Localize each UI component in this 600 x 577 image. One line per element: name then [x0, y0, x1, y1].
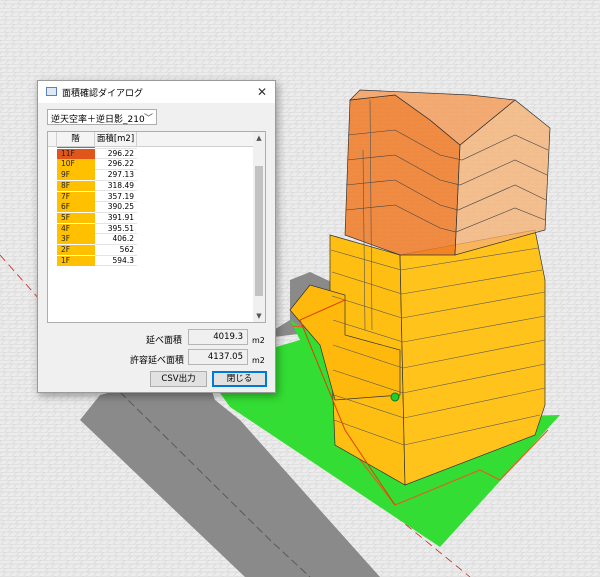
- close-icon[interactable]: ✕: [251, 82, 273, 102]
- area-cell: 357.19: [95, 192, 137, 203]
- close-button[interactable]: 閉じる: [212, 371, 267, 387]
- area-cell: 297.13: [95, 170, 137, 181]
- allowed-area-label: 許容延べ面積: [130, 356, 185, 366]
- table-row[interactable]: 3F 406.2: [48, 234, 254, 245]
- area-cell: 391.91: [95, 213, 137, 224]
- area-cell: 406.2: [95, 234, 137, 245]
- floor-cell: 8F: [57, 180, 95, 191]
- table-row[interactable]: 1F 594.3: [48, 255, 254, 267]
- scroll-up-icon[interactable]: ▲: [253, 132, 265, 144]
- area-cell: 395.51: [95, 224, 137, 235]
- table-row[interactable]: 7F 357.19: [48, 191, 254, 203]
- floor-cell: 5F: [57, 212, 95, 224]
- mode-select[interactable]: 逆天空率＋逆日影_210 ﹀: [47, 109, 157, 125]
- table-scrollbar[interactable]: ▲ ▼: [253, 132, 265, 322]
- header-floor[interactable]: 階: [57, 132, 95, 146]
- floor-cell: 10F: [57, 159, 95, 170]
- table-row[interactable]: 10F 296.22: [48, 159, 254, 171]
- total-area-label: 延べ面積: [146, 336, 183, 346]
- area-cell: 318.49: [95, 181, 137, 192]
- csv-export-button[interactable]: CSV出力: [150, 371, 207, 387]
- floor-area-table[interactable]: 12F298.2211F296.2210F296.229F297.138F318…: [47, 131, 266, 323]
- window-icon: [46, 87, 57, 96]
- table-row[interactable]: 4F 395.51: [48, 223, 254, 235]
- table-row[interactable]: 6F 390.25: [48, 202, 254, 213]
- area-check-dialog: 面積確認ダイアログ ✕ 逆天空率＋逆日影_210 ﹀ 12F298.2211F2…: [37, 80, 276, 393]
- area-cell: 296.22: [95, 149, 137, 160]
- area-cell: 594.3: [95, 256, 137, 267]
- allowed-area-value: 4137.05: [188, 349, 248, 365]
- total-area-unit: m2: [252, 336, 265, 345]
- floor-cell: 4F: [57, 223, 95, 234]
- dialog-title: 面積確認ダイアログ: [62, 89, 144, 99]
- table-row[interactable]: 8F 318.49: [48, 180, 254, 192]
- table-row[interactable]: 11F 296.22: [48, 148, 254, 160]
- reference-point-handle[interactable]: [390, 392, 400, 402]
- area-cell: 390.25: [95, 202, 137, 213]
- table-row[interactable]: 2F 562: [48, 245, 254, 256]
- dialog-titlebar[interactable]: 面積確認ダイアログ ✕: [38, 81, 275, 103]
- mode-select-value: 逆天空率＋逆日影_210: [51, 115, 145, 125]
- header-area[interactable]: 面積[m2]: [95, 132, 137, 146]
- allowed-area-unit: m2: [252, 356, 265, 365]
- area-cell: 296.22: [95, 159, 137, 171]
- chevron-down-icon: ﹀: [143, 114, 153, 124]
- table-header: 階 面積[m2]: [48, 132, 254, 147]
- table-row[interactable]: 9F 297.13: [48, 170, 254, 181]
- floor-cell: 2F: [57, 245, 95, 256]
- floor-cell: 1F: [57, 255, 95, 266]
- total-area-value: 4019.3: [188, 329, 248, 345]
- floor-cell: 3F: [57, 234, 95, 245]
- floor-cell: 6F: [57, 202, 95, 213]
- floor-cell: 9F: [57, 170, 95, 181]
- floor-cell: 11F: [57, 148, 95, 159]
- floor-cell: 7F: [57, 191, 95, 202]
- scroll-down-icon[interactable]: ▼: [253, 310, 265, 322]
- table-row[interactable]: 5F 391.91: [48, 212, 254, 224]
- scrollbar-thumb[interactable]: [255, 166, 263, 296]
- area-cell: 562: [95, 245, 137, 256]
